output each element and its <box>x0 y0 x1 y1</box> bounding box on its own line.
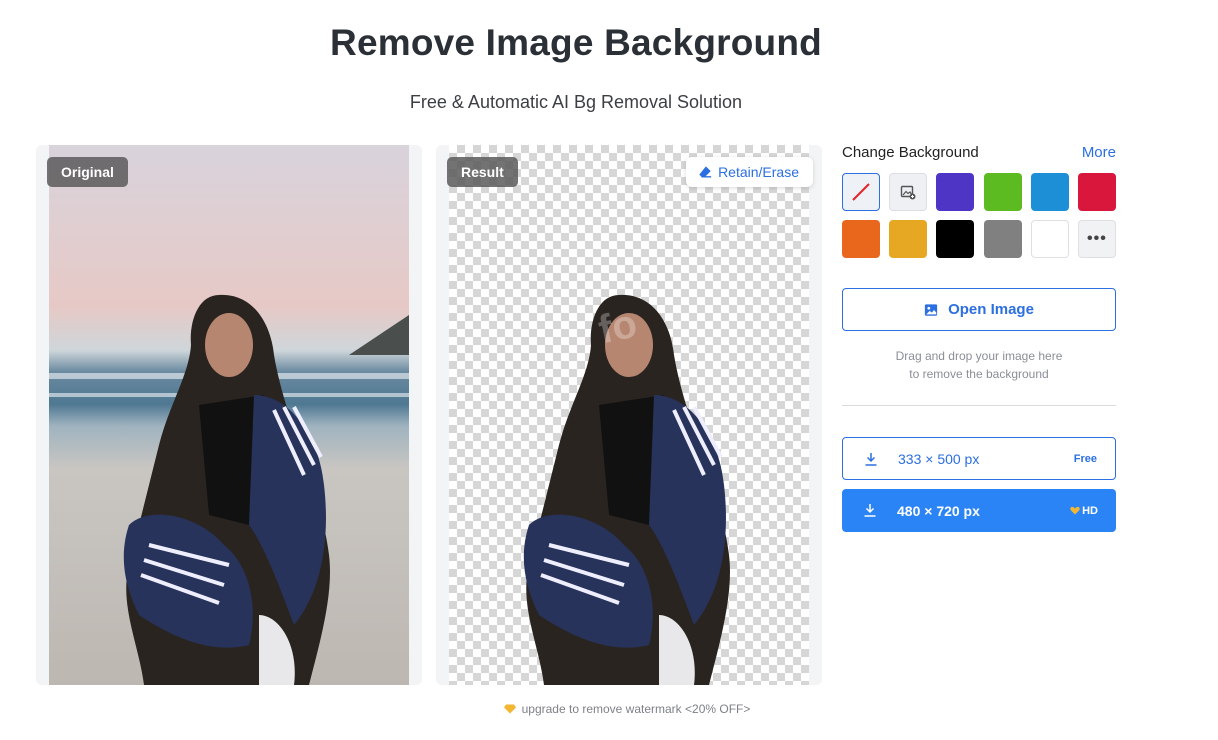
result-image-panel: fo Result Retain/Erase <box>436 145 822 685</box>
swatch-white[interactable] <box>1030 220 1069 258</box>
swatch-yellow[interactable] <box>889 220 928 258</box>
swatch-blue[interactable] <box>1030 173 1069 211</box>
download-hd-size: 480 × 720 px <box>897 502 980 519</box>
download-icon <box>864 504 876 517</box>
swatch-black[interactable] <box>936 220 975 258</box>
download-free-button[interactable]: 333 × 500 px Free <box>842 437 1116 480</box>
original-photo <box>49 145 409 685</box>
gem-icon <box>503 704 516 714</box>
swatch-purple[interactable] <box>936 173 975 211</box>
result-tag: Result <box>447 157 518 187</box>
add-image-icon <box>900 185 916 200</box>
image-icon <box>924 303 938 316</box>
retain-erase-label: Retain/Erase <box>718 164 799 180</box>
upgrade-text: upgrade to remove watermark <20% OFF> <box>521 702 751 716</box>
upgrade-link[interactable]: upgrade to remove watermark <20% OFF> <box>0 702 1218 716</box>
heart-icon <box>1070 506 1080 515</box>
more-colors-button[interactable]: ••• <box>1077 220 1116 258</box>
no-color-icon <box>852 183 870 201</box>
hd-badge: HD <box>1070 505 1098 517</box>
more-dots-icon: ••• <box>1087 230 1107 247</box>
download-hd-button[interactable]: 480 × 720 px HD <box>842 489 1116 532</box>
original-image-panel: Original <box>36 145 422 685</box>
person-figure <box>123 294 330 685</box>
hint-line-1: Drag and drop your image here <box>895 349 1063 363</box>
open-image-label: Open Image <box>948 301 1034 318</box>
result-photo: fo <box>449 145 809 685</box>
change-background-title: Change Background <box>842 143 979 161</box>
divider <box>842 405 1116 406</box>
download-free-size: 333 × 500 px <box>898 450 980 467</box>
download-icon <box>865 453 877 466</box>
retain-erase-button[interactable]: Retain/Erase <box>686 157 813 187</box>
swatch-image[interactable] <box>889 173 928 211</box>
drag-drop-hint: Drag and drop your image here to remove … <box>842 347 1116 383</box>
background-sidebar: Change Background More ••• Open Image Dr… <box>842 140 1116 532</box>
eraser-icon <box>699 166 712 178</box>
hd-badge-label: HD <box>1082 504 1098 517</box>
swatch-red[interactable] <box>1077 173 1116 211</box>
color-swatches: ••• <box>842 173 1116 258</box>
original-tag: Original <box>47 157 128 187</box>
more-link[interactable]: More <box>1082 144 1116 161</box>
swatch-none[interactable] <box>842 173 880 211</box>
swatch-gray[interactable] <box>983 220 1022 258</box>
page-title: Remove Image Background <box>330 22 822 63</box>
swatch-orange[interactable] <box>842 220 880 258</box>
free-badge: Free <box>1073 452 1097 465</box>
person-cutout <box>523 294 730 685</box>
open-image-button[interactable]: Open Image <box>842 288 1116 331</box>
hint-line-2: to remove the background <box>909 367 1049 381</box>
page-subtitle: Free & Automatic AI Bg Removal Solution <box>409 92 743 112</box>
swatch-green[interactable] <box>983 173 1022 211</box>
